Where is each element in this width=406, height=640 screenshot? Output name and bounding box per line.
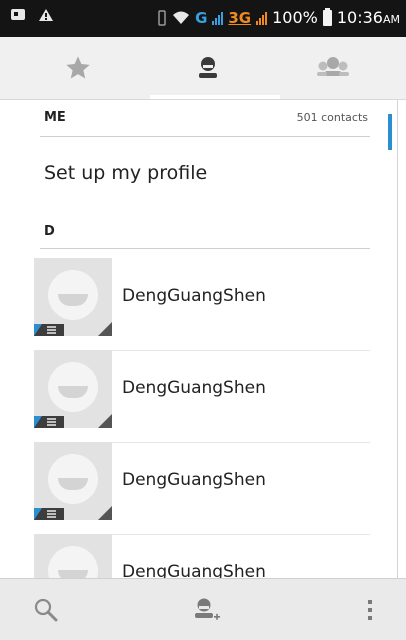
contact-list[interactable]: ME 501 contacts Set up my profile D Deng… — [0, 100, 406, 578]
battery-percent: 100% — [272, 8, 318, 27]
wifi-icon — [173, 11, 190, 24]
add-contact-icon — [195, 598, 220, 620]
group-icon — [316, 57, 349, 76]
status-bar: G 3G 100% 10:36AM — [0, 0, 406, 37]
list-item[interactable]: DengGuangShen — [34, 350, 370, 443]
signal-strength-1-icon — [212, 11, 224, 25]
tab-bar — [0, 37, 406, 100]
tab-contacts[interactable] — [140, 37, 280, 99]
warning-icon — [39, 9, 53, 21]
contact-name: DengGuangShen — [122, 286, 266, 306]
list-item[interactable]: DengGuangShen — [34, 258, 370, 351]
star-icon — [65, 56, 90, 79]
d-section-header: D — [40, 212, 370, 249]
sim-contact-icon — [34, 416, 64, 428]
signal-strength-2-icon — [256, 11, 268, 25]
tab-groups[interactable] — [265, 37, 400, 99]
tab-favorites[interactable] — [10, 37, 145, 99]
list-edge-divider — [397, 100, 398, 578]
avatar — [34, 534, 112, 578]
contacts-count: 501 contacts — [296, 111, 368, 124]
search-icon — [34, 598, 58, 622]
contact-name: DengGuangShen — [122, 470, 266, 490]
clock: 10:36AM — [337, 8, 400, 27]
overflow-menu-button[interactable] — [340, 579, 400, 640]
search-button[interactable] — [16, 579, 76, 640]
avatar — [34, 258, 112, 336]
quick-contact-corner-icon — [98, 414, 112, 428]
system-icons: G 3G 100% 10:36AM — [157, 7, 400, 27]
add-contact-button[interactable] — [176, 579, 236, 640]
person-icon — [198, 57, 217, 78]
scrollbar-thumb[interactable] — [388, 114, 392, 150]
overflow-menu-icon — [368, 600, 372, 620]
me-section-label: ME — [44, 110, 66, 125]
list-item[interactable]: DengGuangShen — [34, 534, 370, 578]
quick-contact-corner-icon — [98, 322, 112, 336]
quick-contact-corner-icon — [98, 506, 112, 520]
bottom-action-bar — [0, 578, 406, 640]
clock-ampm: AM — [382, 13, 400, 26]
contacts-screen: G 3G 100% 10:36AM ME 501 contacts Set up… — [0, 0, 406, 640]
avatar-mouth — [58, 570, 88, 578]
message-icon — [11, 9, 25, 20]
setup-profile-item[interactable]: Set up my profile — [44, 162, 207, 184]
avatar — [34, 442, 112, 520]
vibrate-icon — [158, 9, 166, 26]
network-g-label: G — [195, 8, 208, 27]
sim-contact-icon — [34, 324, 64, 336]
contact-name: DengGuangShen — [122, 562, 266, 578]
d-section-label: D — [44, 224, 55, 239]
battery-icon — [322, 7, 332, 26]
notification-icons — [10, 8, 54, 22]
contact-name: DengGuangShen — [122, 378, 266, 398]
clock-time: 10:36 — [336, 8, 383, 27]
network-3g-label: 3G — [228, 8, 252, 27]
list-item[interactable]: DengGuangShen — [34, 442, 370, 535]
me-section-header: ME 501 contacts — [40, 100, 370, 137]
avatar — [34, 350, 112, 428]
sim-contact-icon — [34, 508, 64, 520]
